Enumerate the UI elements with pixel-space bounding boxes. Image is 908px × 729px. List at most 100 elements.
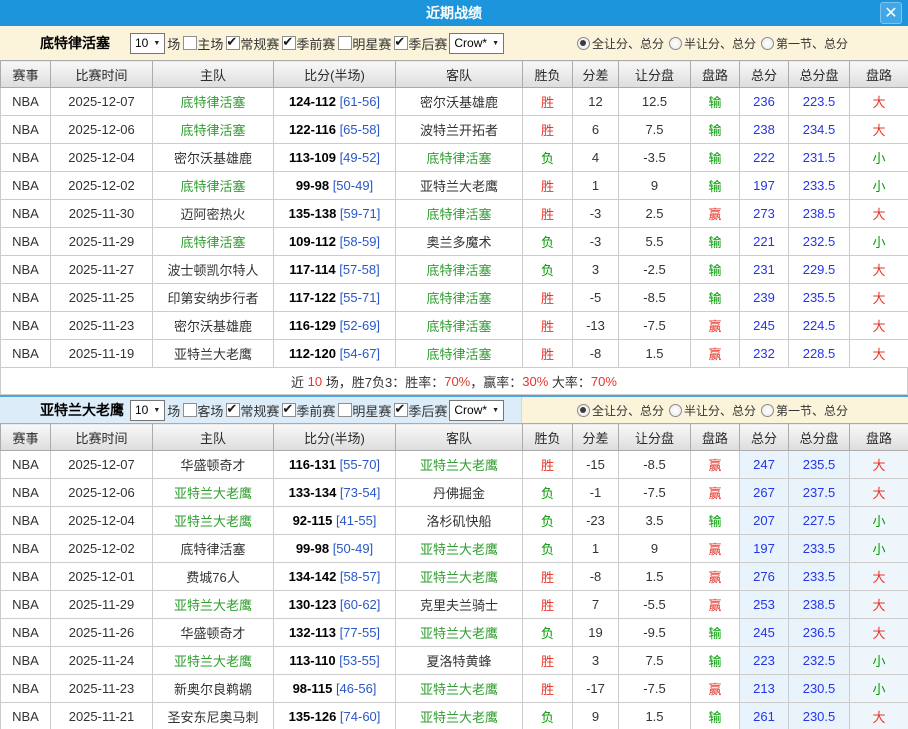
cell-over-under: 大 [850,591,908,619]
checkbox-checked[interactable] [226,36,240,50]
checkbox-label: 常规赛 [240,34,279,53]
game-row: NBA2025-11-29底特律活塞109-112 [58-59]奥兰多魔术负-… [1,228,908,256]
cell-result: 负 [523,228,573,256]
column-header: 胜负 [523,424,573,451]
column-header: 让分盘 [619,424,691,451]
cell-away-team: 底特律活塞 [396,340,523,368]
checkbox-checked[interactable] [282,403,296,417]
column-header: 总分盘 [789,424,850,451]
summary-text: 70% [591,374,617,389]
game-row: NBA2025-12-02底特律活塞99-98 [50-49]亚特兰大老鹰胜19… [1,172,908,200]
cell-away-team: 底特律活塞 [396,256,523,284]
radio-unselected[interactable] [761,404,774,417]
radio-unselected[interactable] [669,404,682,417]
odds-source-select[interactable]: Crow*▼ [449,400,504,421]
checkbox-checked[interactable] [394,36,408,50]
cell-total: 276 [740,563,789,591]
game-row: NBA2025-11-24亚特兰大老鹰113-110 [53-55]夏洛特黄蜂胜… [1,647,908,675]
games-count-select[interactable]: 10▼ [130,400,165,421]
radio-unselected[interactable] [669,37,682,50]
cell-date: 2025-12-02 [51,535,153,563]
cell-handicap-result: 赢 [691,200,740,228]
cell-score: 116-129 [52-69] [274,312,396,340]
cell-over-under: 大 [850,703,908,729]
game-row: NBA2025-11-30迈阿密热火135-138 [59-71]底特律活塞胜-… [1,200,908,228]
cell-total-line: 230.5 [789,703,850,729]
cell-home-team: 印第安纳步行者 [153,284,274,312]
checkbox-unchecked[interactable] [338,36,352,50]
cell-away-team: 亚特兰大老鹰 [396,703,523,729]
column-header: 比赛时间 [51,424,153,451]
cell-over-under: 小 [850,675,908,703]
checkbox-label: 季前赛 [296,401,335,420]
cell-diff: -17 [573,675,619,703]
cell-league: NBA [1,144,51,172]
period-radio-group: 全让分、总分半让分、总分第一节、总分 [522,397,908,423]
odds-source-select[interactable]: Crow*▼ [449,33,504,54]
cell-result: 胜 [523,284,573,312]
checkbox-label: 明星赛 [352,401,391,420]
cell-league: NBA [1,172,51,200]
cell-date: 2025-11-26 [51,619,153,647]
summary-text: 70% [444,374,470,389]
cell-handicap-result: 赢 [691,591,740,619]
column-header: 主队 [153,61,274,88]
cell-away-team: 底特律活塞 [396,312,523,340]
cell-handicap-line: -7.5 [619,312,691,340]
checkbox-unchecked[interactable] [183,403,197,417]
game-row: NBA2025-11-23新奥尔良鹈鹕98-115 [46-56]亚特兰大老鹰胜… [1,675,908,703]
game-row: NBA2025-11-23密尔沃基雄鹿116-129 [52-69]底特律活塞胜… [1,312,908,340]
radio-unselected[interactable] [761,37,774,50]
cell-league: NBA [1,479,51,507]
cell-date: 2025-11-23 [51,312,153,340]
checkbox-unchecked[interactable] [183,36,197,50]
radio-selected[interactable] [577,37,590,50]
summary-text: 近 [291,372,308,391]
cell-over-under: 小 [850,647,908,675]
cell-away-team: 洛杉矶快船 [396,507,523,535]
cell-score: 99-98 [50-49] [274,172,396,200]
cell-total: 239 [740,284,789,312]
cell-total-line: 232.5 [789,228,850,256]
section-home-team: 底特律活塞 10▼ 场 主场常规赛季前赛明星赛季后赛 Crow*▼ 全让分、总分… [0,26,908,395]
cell-handicap-line: 12.5 [619,88,691,116]
cell-home-team: 华盛顿奇才 [153,619,274,647]
summary-text: 场，胜7负3：胜率： [322,372,444,391]
cell-handicap-line: -7.5 [619,675,691,703]
checkbox-group: 主场常规赛季前赛明星赛季后赛 [180,34,447,53]
radio-selected[interactable] [577,404,590,417]
cell-over-under: 大 [850,256,908,284]
cell-score: 109-112 [58-59] [274,228,396,256]
table-header-row: 赛事比赛时间主队比分(半场)客队胜负分差让分盘盘路总分总分盘盘路 [1,61,908,88]
cell-over-under: 大 [850,451,908,479]
cell-score: 113-109 [49-52] [274,144,396,172]
cell-home-team: 底特律活塞 [153,88,274,116]
cell-total: 197 [740,172,789,200]
cell-handicap-line: 3.5 [619,507,691,535]
checkbox-checked[interactable] [282,36,296,50]
column-header: 盘路 [691,61,740,88]
cell-handicap-result: 赢 [691,563,740,591]
games-suffix-label: 场 [167,34,180,53]
checkbox-unchecked[interactable] [338,403,352,417]
cell-date: 2025-12-04 [51,144,153,172]
checkbox-checked[interactable] [394,403,408,417]
cell-handicap-line: 1.5 [619,340,691,368]
cell-handicap-line: 2.5 [619,200,691,228]
checkbox-checked[interactable] [226,403,240,417]
games-count-select[interactable]: 10▼ [130,33,165,54]
cell-diff: -5 [573,284,619,312]
cell-league: NBA [1,591,51,619]
cell-home-team: 亚特兰大老鹰 [153,479,274,507]
cell-away-team: 亚特兰大老鹰 [396,675,523,703]
cell-diff: -1 [573,479,619,507]
close-button[interactable]: ✕ [880,2,902,24]
cell-result: 负 [523,256,573,284]
cell-handicap-result: 赢 [691,340,740,368]
cell-home-team: 波士顿凯尔特人 [153,256,274,284]
cell-result: 负 [523,703,573,729]
cell-date: 2025-11-29 [51,228,153,256]
cell-date: 2025-12-07 [51,88,153,116]
cell-total-line: 238.5 [789,591,850,619]
cell-away-team: 波特兰开拓者 [396,116,523,144]
